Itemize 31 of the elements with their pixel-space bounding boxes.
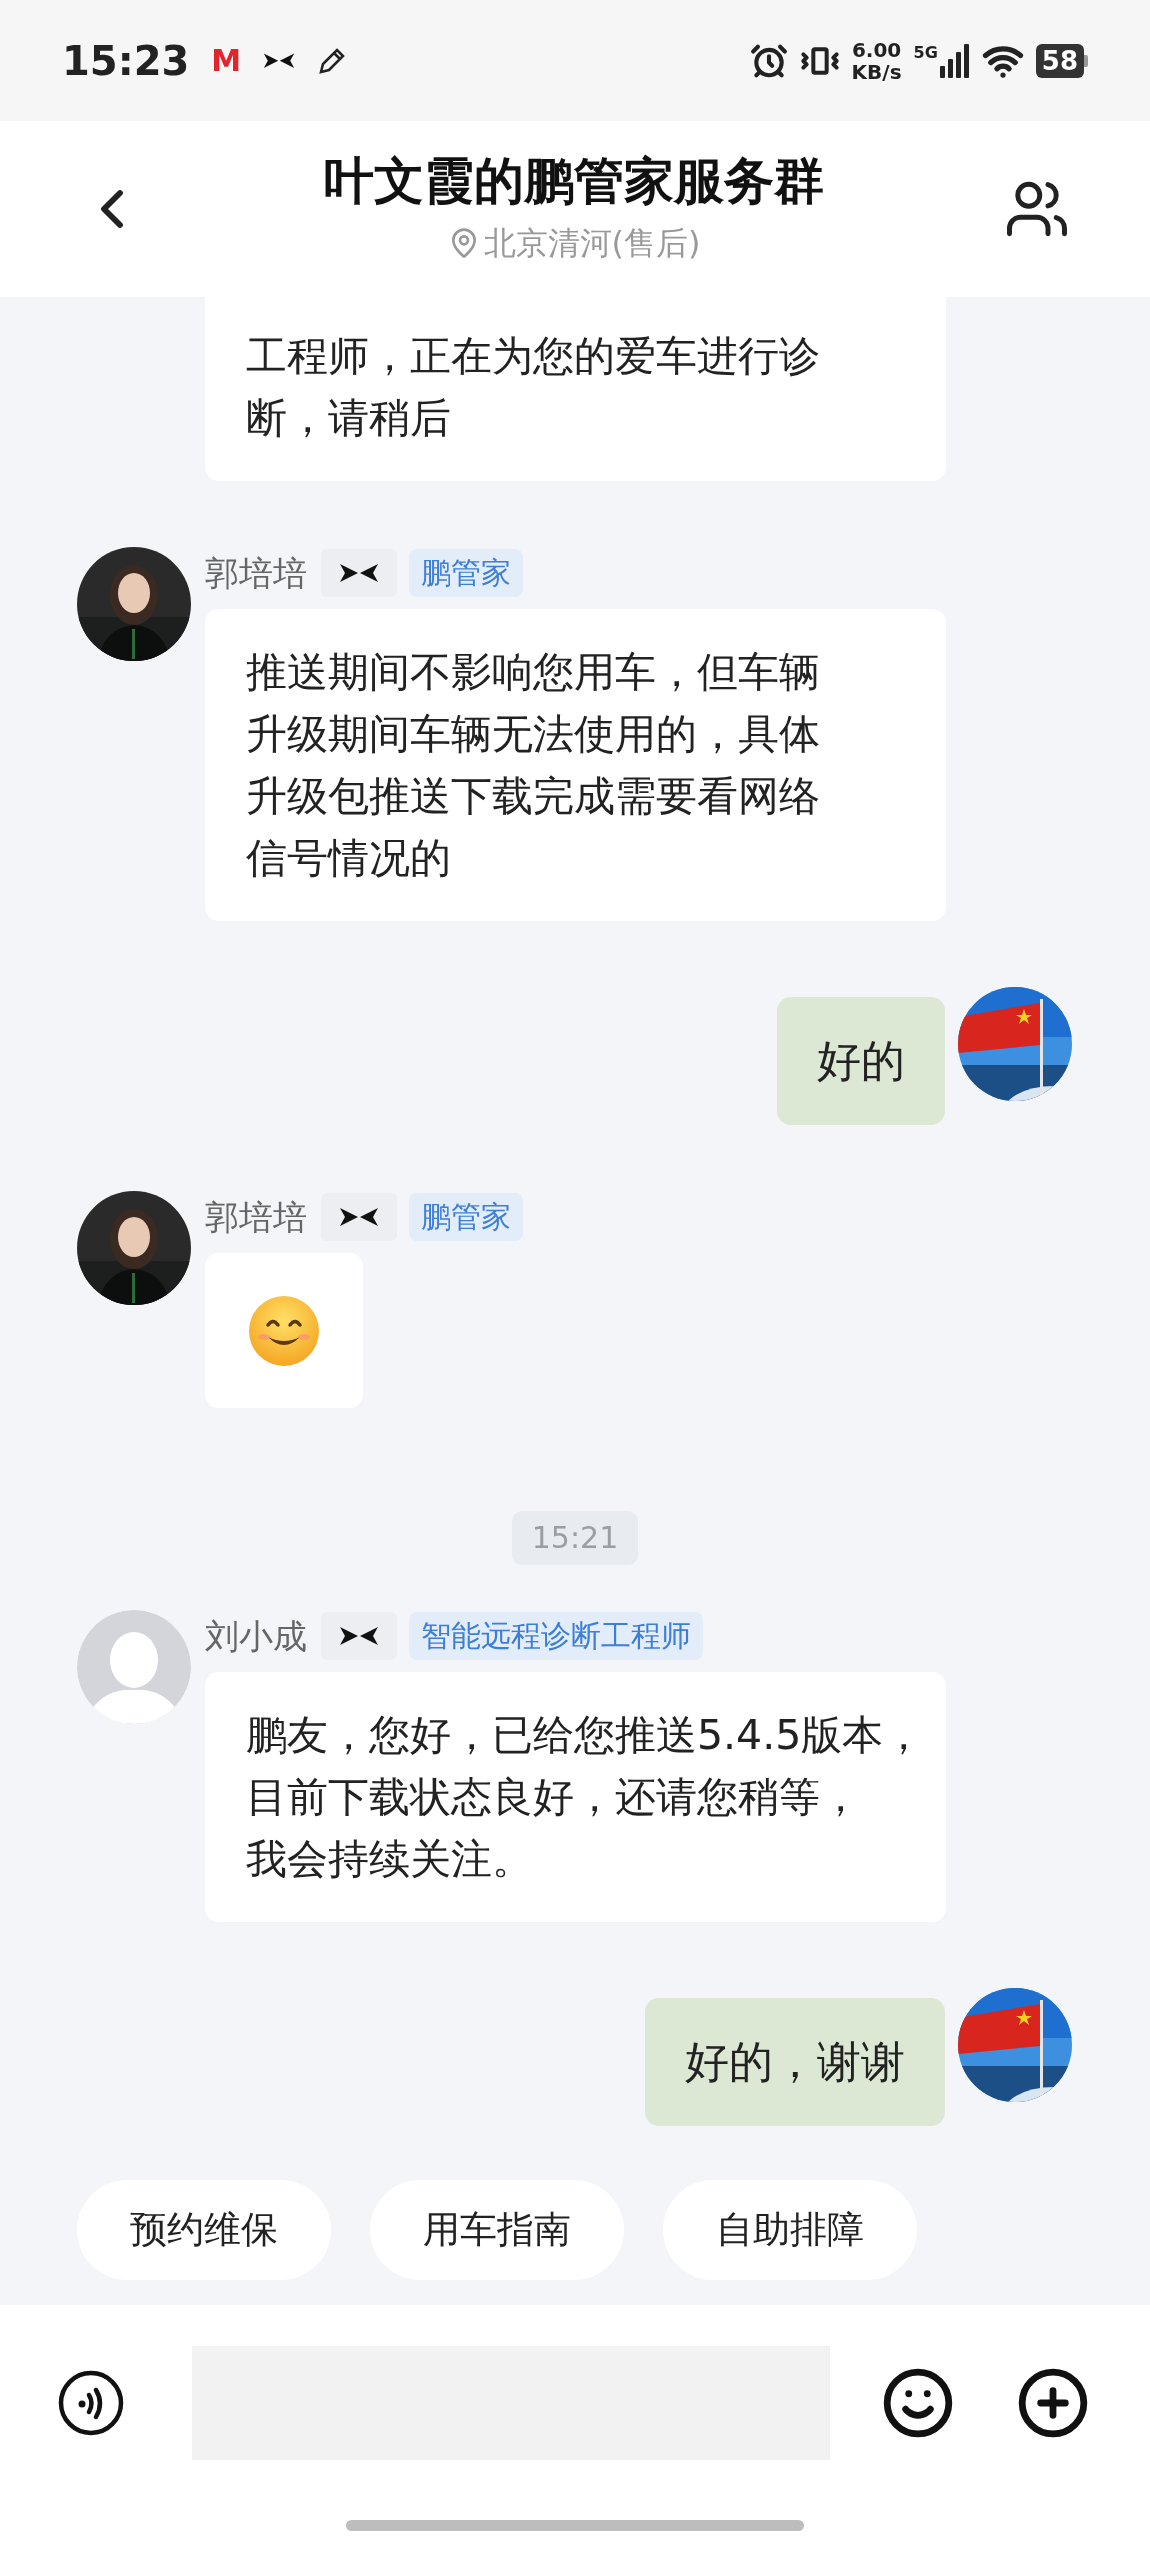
role-badge: 鹏管家 — [409, 549, 523, 597]
battery-level: 58 — [1041, 45, 1078, 76]
logo-icon — [339, 1206, 379, 1228]
network-type: 5G — [913, 43, 938, 62]
message-text: 好的，谢谢 — [685, 2035, 905, 2089]
role-badge: 鹏管家 — [409, 1193, 523, 1241]
avatar-icon — [77, 1610, 191, 1724]
logo-icon — [339, 1625, 379, 1647]
clock-time: 15:23 — [62, 36, 190, 86]
smiling-face-icon — [248, 1294, 320, 1367]
sender-name: 郭培培 — [205, 1195, 307, 1239]
sender-name: 刘小成 — [205, 1614, 307, 1658]
message-text: 好的 — [817, 1034, 905, 1088]
signal-icon — [939, 43, 970, 78]
timestamp: 15:21 — [511, 1511, 639, 1565]
voice-button[interactable] — [58, 2369, 124, 2436]
logo-icon — [339, 562, 379, 584]
location-label: 北京清河(售后) — [447, 219, 701, 267]
sender-name: 郭培培 — [205, 551, 307, 595]
message-text: 鹏友，您好，已给您推送5.4.5版本， 目前下载状态良好，还请您稍等， 我会持续关注。 — [246, 1710, 905, 1885]
quick-action-button[interactable]: 用车指南 — [370, 2180, 624, 2280]
logo-icon — [263, 51, 296, 70]
quick-action-button[interactable]: 预约维保 — [77, 2180, 331, 2280]
quick-action-button[interactable]: 自助排障 — [663, 2180, 917, 2280]
speed-value: 6.00 — [851, 38, 902, 61]
speed-unit: KB/s — [851, 60, 902, 83]
message-text: 工程师，正在为您的爱车进行诊 断，请稍后 — [246, 331, 821, 444]
window-title: 叶文霞的鹏管家服务群 — [324, 151, 824, 211]
message-text: 推送期间不影响您用车，但车辆 升级期间车辆无法使用的，具体 升级包推送下载完成需要看网络 信号情况的 — [246, 647, 821, 884]
role-badge: 智能远程诊断工程师 — [409, 1612, 703, 1660]
app-letter: M — [211, 42, 242, 80]
